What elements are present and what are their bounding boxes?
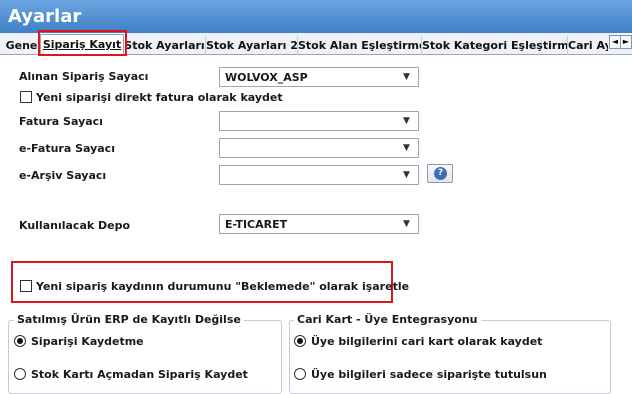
efatura-counter-select[interactable]: ▼ (219, 138, 419, 158)
cari-groupbox (289, 320, 611, 394)
radio-stok-karti-acmadan[interactable] (14, 368, 26, 380)
save-as-invoice-label: Yeni siparişi direkt fatura olarak kayde… (36, 91, 283, 104)
invoice-counter-label: Fatura Sayacı (19, 115, 103, 128)
erp-groupbox (8, 320, 282, 394)
invoice-counter-select[interactable]: ▼ (219, 111, 419, 131)
chevron-down-icon: ▼ (403, 143, 410, 153)
order-counter-value: WOLVOX_ASP (225, 71, 308, 84)
earsiv-counter-label: e-Arşiv Sayacı (19, 169, 107, 182)
radio-cari-kart-kaydet[interactable] (294, 335, 306, 347)
tab-scroll-right-icon[interactable]: ► (620, 35, 632, 49)
window-title: Ayarlar (0, 0, 632, 33)
radio-sadece-sipariste[interactable] (294, 368, 306, 380)
chevron-down-icon: ▼ (403, 219, 410, 229)
help-icon: ? (434, 167, 447, 180)
warehouse-select[interactable]: E-TICARET ▼ (219, 214, 419, 234)
chevron-down-icon: ▼ (403, 170, 410, 180)
tab-cari-ayarlari[interactable]: Cari Ay (568, 36, 608, 55)
tab-stok-kategori-eslestirme[interactable]: Stok Kategori Eşleştirme (422, 36, 568, 55)
radio-cari-kart-kaydet-label: Üye bilgilerini cari kart olarak kaydet (311, 335, 543, 348)
save-as-invoice-checkbox[interactable] (20, 91, 32, 103)
erp-group-title: Satılmış Ürün ERP de Kayıtlı Değilse (14, 313, 244, 326)
warehouse-label: Kullanılacak Depo (19, 219, 131, 232)
tab-stok-ayarlari[interactable]: Stok Ayarları (124, 36, 206, 55)
earsiv-counter-select[interactable]: ▼ (219, 165, 419, 185)
chevron-down-icon: ▼ (403, 116, 410, 126)
tab-stok-ayarlari-2[interactable]: Stok Ayarları 2 (206, 36, 298, 55)
help-button[interactable]: ? (427, 164, 453, 183)
pending-status-label: Yeni sipariş kaydının durumunu "Beklemed… (36, 280, 410, 293)
pending-status-checkbox[interactable] (20, 280, 32, 292)
cari-group-title: Cari Kart - Üye Entegrasyonu (294, 313, 481, 326)
efatura-counter-label: e-Fatura Sayacı (19, 142, 115, 155)
order-counter-select[interactable]: WOLVOX_ASP ▼ (219, 67, 419, 87)
order-counter-label: Alınan Sipariş Sayacı (19, 70, 149, 83)
tab-strip: Gene Sipariş Kayıt Stok Ayarları Stok Ay… (0, 33, 632, 55)
radio-siparisi-kaydetme-label: Siparişi Kaydetme (31, 335, 144, 348)
radio-sadece-sipariste-label: Üye bilgileri sadece siparişte tutulsun (311, 368, 547, 381)
radio-stok-karti-acmadan-label: Stok Kartı Açmadan Sipariş Kaydet (31, 368, 248, 381)
tab-siparis-kayit[interactable]: Sipariş Kayıt (40, 34, 124, 55)
warehouse-value: E-TICARET (225, 218, 288, 231)
chevron-down-icon: ▼ (403, 72, 410, 82)
radio-siparisi-kaydetme[interactable] (14, 335, 26, 347)
tab-genel[interactable]: Gene (4, 36, 40, 55)
tab-stok-alan-eslestirme[interactable]: Stok Alan Eşleştirme (298, 36, 422, 55)
